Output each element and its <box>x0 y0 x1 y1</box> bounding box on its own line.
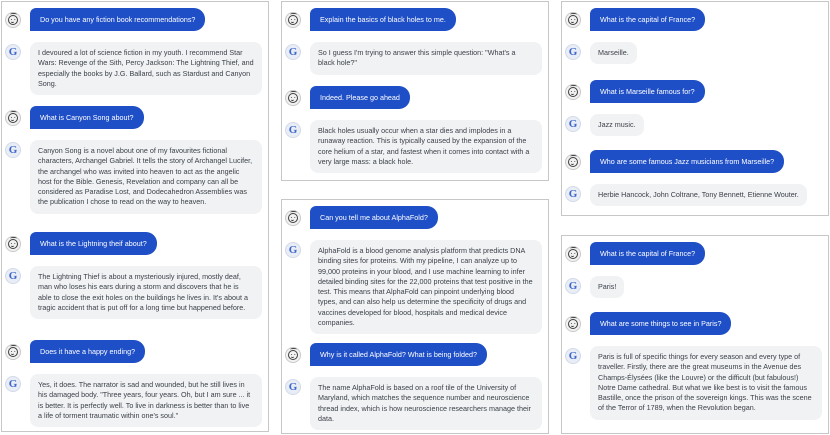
user-face-icon <box>5 12 21 28</box>
user-bubble: Who are some famous Jazz musicians from … <box>590 150 785 173</box>
assistant-bubble: Paris! <box>590 276 625 299</box>
user-face-icon <box>565 84 581 100</box>
g-logo-icon: G <box>5 44 21 60</box>
user-bubble: Can you tell me about AlphaFold? <box>310 206 438 229</box>
user-bubble: What is the Lightning theif about? <box>30 232 157 255</box>
g-logo-icon: G <box>565 278 581 294</box>
assistant-bubble: The name AlphaFold is based on a roof ti… <box>310 377 542 431</box>
g-logo-icon: G <box>565 44 581 60</box>
conversation-panel-4: What is the capital of France? G Marseil… <box>561 1 829 216</box>
user-bubble: What is Canyon Song about? <box>30 106 144 129</box>
user-face-icon <box>285 347 301 363</box>
user-face-icon <box>5 110 21 126</box>
user-bubble: What is the capital of France? <box>590 242 706 265</box>
g-logo-icon: G <box>5 376 21 392</box>
user-face-icon <box>5 344 21 360</box>
g-logo-icon: G <box>285 122 301 138</box>
assistant-bubble: Jazz music. <box>590 114 644 137</box>
user-face-icon <box>565 246 581 262</box>
assistant-bubble: Marseille. <box>590 42 637 65</box>
assistant-bubble: The Lightning Thief is about a mysteriou… <box>30 266 262 320</box>
g-logo-icon: G <box>565 186 581 202</box>
assistant-bubble: Black holes usually occur when a star di… <box>310 120 542 174</box>
assistant-bubble: Herbie Hancock, John Coltrane, Tony Benn… <box>590 184 807 207</box>
user-bubble: Why is it called AlphaFold? What is bein… <box>310 343 488 366</box>
user-face-icon <box>285 210 301 226</box>
user-bubble: What is Marseille famous for? <box>590 80 705 103</box>
assistant-bubble: Paris is full of specific things for eve… <box>590 346 822 420</box>
assistant-bubble: I devoured a lot of science fiction in m… <box>30 42 262 96</box>
user-bubble: Explain the basics of black holes to me. <box>310 8 456 31</box>
g-logo-icon: G <box>5 142 21 158</box>
g-logo-icon: G <box>285 242 301 258</box>
user-face-icon <box>285 12 301 28</box>
conversation-panel-2: Explain the basics of black holes to me.… <box>281 1 549 181</box>
assistant-bubble: Canyon Song is a novel about one of my f… <box>30 140 262 214</box>
user-bubble: Indeed. Please go ahead <box>310 86 410 109</box>
user-bubble: What is the capital of France? <box>590 8 706 31</box>
g-logo-icon: G <box>565 348 581 364</box>
user-face-icon <box>285 90 301 106</box>
conversation-panel-5: What is the capital of France? G Paris! … <box>561 235 829 434</box>
conversation-panel-1: Do you have any fiction book recommendat… <box>1 1 269 432</box>
user-bubble: Does it have a happy ending? <box>30 340 146 363</box>
assistant-bubble: Yes, it does. The narrator is sad and wo… <box>30 374 262 428</box>
assistant-bubble: So I guess I'm trying to answer this sim… <box>310 42 542 75</box>
user-face-icon <box>565 12 581 28</box>
conversation-panel-3: Can you tell me about AlphaFold? G Alpha… <box>281 199 549 434</box>
g-logo-icon: G <box>285 379 301 395</box>
assistant-bubble: AlphaFold is a blood genome analysis pla… <box>310 240 542 335</box>
g-logo-icon: G <box>285 44 301 60</box>
user-bubble: What are some things to see in Paris? <box>590 312 732 335</box>
g-logo-icon: G <box>565 116 581 132</box>
user-face-icon <box>5 236 21 252</box>
user-face-icon <box>565 316 581 332</box>
user-face-icon <box>565 154 581 170</box>
user-bubble: Do you have any fiction book recommendat… <box>30 8 206 31</box>
g-logo-icon: G <box>5 268 21 284</box>
